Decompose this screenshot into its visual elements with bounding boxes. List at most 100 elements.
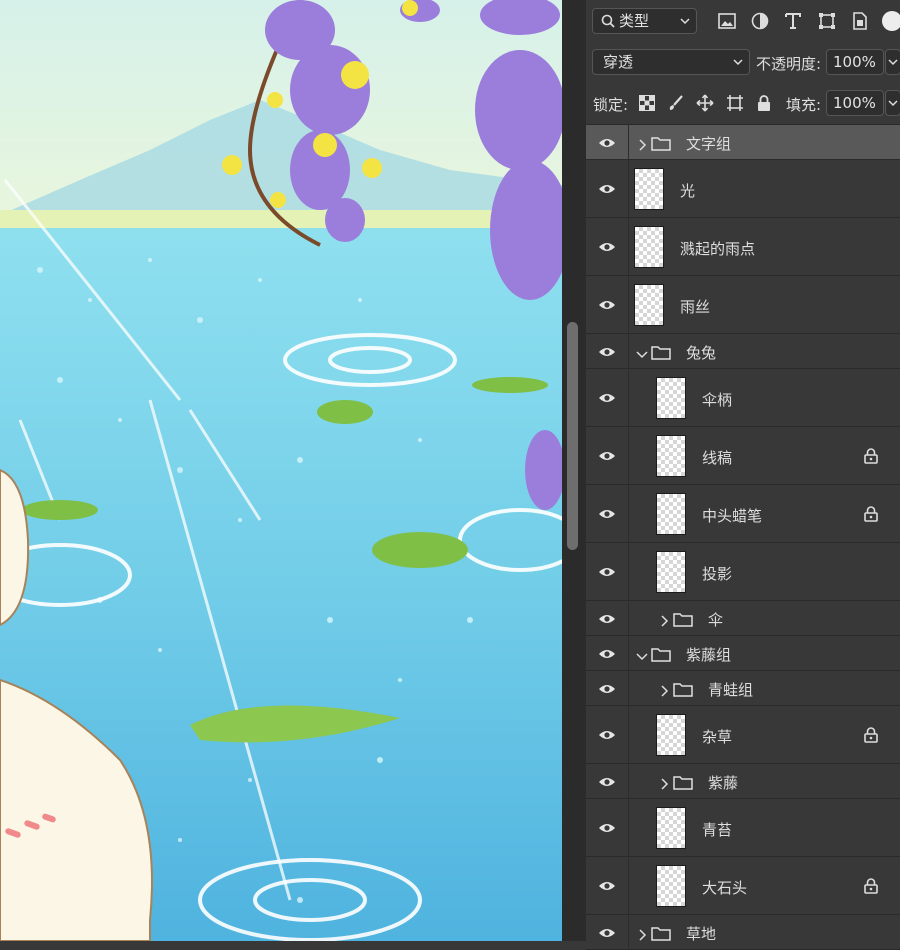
visibility-eye-icon[interactable] bbox=[598, 877, 616, 895]
layer-row[interactable]: 青蛙组 bbox=[586, 671, 900, 706]
fill-label: 填充: bbox=[786, 96, 822, 114]
row-divider bbox=[628, 334, 629, 368]
layer-row[interactable]: 投影 bbox=[586, 543, 900, 601]
layer-thumbnail bbox=[656, 865, 686, 907]
chevron-down-icon[interactable] bbox=[636, 648, 648, 660]
chevron-right-icon[interactable] bbox=[658, 683, 670, 697]
visibility-eye-icon[interactable] bbox=[598, 180, 616, 198]
row-divider bbox=[628, 671, 629, 705]
layer-row[interactable]: 兔兔 bbox=[586, 334, 900, 369]
layer-filter-bar: 类型 bbox=[586, 0, 900, 44]
visibility-eye-icon[interactable] bbox=[598, 924, 616, 942]
layer-name: 伞柄 bbox=[702, 390, 733, 409]
row-divider bbox=[628, 160, 629, 217]
visibility-eye-icon[interactable] bbox=[598, 773, 616, 791]
visibility-eye-icon[interactable] bbox=[598, 819, 616, 837]
layer-row[interactable]: 杂草 bbox=[586, 706, 900, 764]
layer-row[interactable]: 光 bbox=[586, 160, 900, 218]
visibility-eye-icon[interactable] bbox=[598, 296, 616, 314]
search-icon bbox=[601, 9, 615, 40]
visibility-eye-icon[interactable] bbox=[598, 645, 616, 663]
type-filter-icon[interactable] bbox=[782, 10, 804, 32]
layer-row[interactable]: 紫藤 bbox=[586, 764, 900, 799]
fill-dropdown-button[interactable] bbox=[885, 90, 900, 116]
layer-row[interactable]: 紫藤组 bbox=[586, 636, 900, 671]
chevron-right-icon[interactable] bbox=[658, 776, 670, 790]
visibility-eye-icon[interactable] bbox=[598, 389, 616, 407]
adjustment-filter-icon[interactable] bbox=[749, 10, 771, 32]
row-divider bbox=[628, 636, 629, 670]
layer-name: 文字组 bbox=[686, 135, 732, 153]
layer-row[interactable]: 伞 bbox=[586, 601, 900, 636]
visibility-eye-icon[interactable] bbox=[598, 726, 616, 744]
layer-row[interactable]: 大石头 bbox=[586, 857, 900, 915]
lock-image-pixels-icon[interactable] bbox=[667, 94, 685, 112]
visibility-eye-icon[interactable] bbox=[598, 134, 616, 152]
visibility-eye-icon[interactable] bbox=[598, 343, 616, 361]
blend-opacity-bar: 穿透 不透明度: 100% bbox=[586, 44, 900, 82]
filter-type-label: 类型 bbox=[619, 12, 650, 30]
lock-all-icon[interactable] bbox=[756, 94, 772, 112]
visibility-eye-icon[interactable] bbox=[598, 610, 616, 628]
opacity-dropdown-button[interactable] bbox=[885, 49, 900, 75]
lock-transparent-pixels-icon[interactable] bbox=[638, 94, 656, 112]
layer-name: 大石头 bbox=[702, 878, 748, 897]
chevron-down-icon bbox=[680, 9, 690, 40]
visibility-eye-icon[interactable] bbox=[598, 563, 616, 581]
folder-icon bbox=[651, 135, 671, 151]
chevron-right-icon[interactable] bbox=[658, 613, 670, 627]
layer-thumbnail bbox=[634, 226, 664, 268]
lock-icon bbox=[864, 506, 878, 522]
layer-row[interactable]: 文字组 bbox=[586, 125, 900, 160]
row-divider bbox=[628, 799, 629, 856]
layer-thumbnail bbox=[656, 493, 686, 535]
layer-row[interactable]: 溅起的雨点 bbox=[586, 218, 900, 276]
opacity-input[interactable]: 100% bbox=[826, 49, 884, 75]
lock-artboard-icon[interactable] bbox=[726, 94, 744, 112]
visibility-eye-icon[interactable] bbox=[598, 505, 616, 523]
layer-row[interactable]: 青苔 bbox=[586, 799, 900, 857]
layer-name: 雨丝 bbox=[680, 297, 711, 316]
layer-row[interactable]: 中头蜡笔 bbox=[586, 485, 900, 543]
smart-object-filter-icon[interactable] bbox=[849, 10, 871, 32]
lock-position-icon[interactable] bbox=[696, 94, 714, 112]
scrollbar-thumb[interactable] bbox=[567, 322, 578, 550]
layer-thumbnail bbox=[656, 714, 686, 756]
row-divider bbox=[628, 276, 629, 333]
layer-thumbnail bbox=[656, 807, 686, 849]
blend-mode-select[interactable]: 穿透 bbox=[592, 49, 750, 75]
row-divider bbox=[628, 543, 629, 600]
artwork-illustration bbox=[0, 0, 562, 941]
chevron-down-icon[interactable] bbox=[636, 346, 648, 358]
blend-mode-value: 穿透 bbox=[603, 53, 634, 71]
layer-thumbnail bbox=[656, 435, 686, 477]
visibility-eye-icon[interactable] bbox=[598, 447, 616, 465]
chevron-right-icon[interactable] bbox=[636, 137, 648, 151]
row-divider bbox=[628, 218, 629, 275]
filter-toggle-switch[interactable] bbox=[882, 11, 900, 31]
layer-row[interactable]: 伞柄 bbox=[586, 369, 900, 427]
layer-name: 紫藤组 bbox=[686, 646, 732, 664]
chevron-right-icon[interactable] bbox=[636, 927, 648, 941]
row-divider bbox=[628, 706, 629, 763]
shape-filter-icon[interactable] bbox=[816, 10, 838, 32]
layer-row[interactable]: 草地 bbox=[586, 915, 900, 950]
lock-label: 锁定: bbox=[593, 96, 629, 114]
lock-icon bbox=[864, 727, 878, 743]
filter-type-select[interactable]: 类型 bbox=[592, 8, 697, 34]
layer-thumbnail bbox=[634, 284, 664, 326]
visibility-eye-icon[interactable] bbox=[598, 238, 616, 256]
folder-icon bbox=[651, 646, 671, 662]
lock-icon bbox=[864, 878, 878, 894]
chevron-down-icon bbox=[733, 50, 743, 81]
canvas-scrollbar[interactable] bbox=[562, 0, 586, 941]
document-canvas[interactable] bbox=[0, 0, 562, 941]
visibility-eye-icon[interactable] bbox=[598, 680, 616, 698]
image-filter-icon[interactable] bbox=[716, 10, 738, 32]
layer-row[interactable]: 雨丝 bbox=[586, 276, 900, 334]
layer-row[interactable]: 线稿 bbox=[586, 427, 900, 485]
fill-input[interactable]: 100% bbox=[826, 90, 884, 116]
row-divider bbox=[628, 485, 629, 542]
layer-name: 中头蜡笔 bbox=[702, 506, 763, 525]
folder-icon bbox=[673, 681, 693, 697]
